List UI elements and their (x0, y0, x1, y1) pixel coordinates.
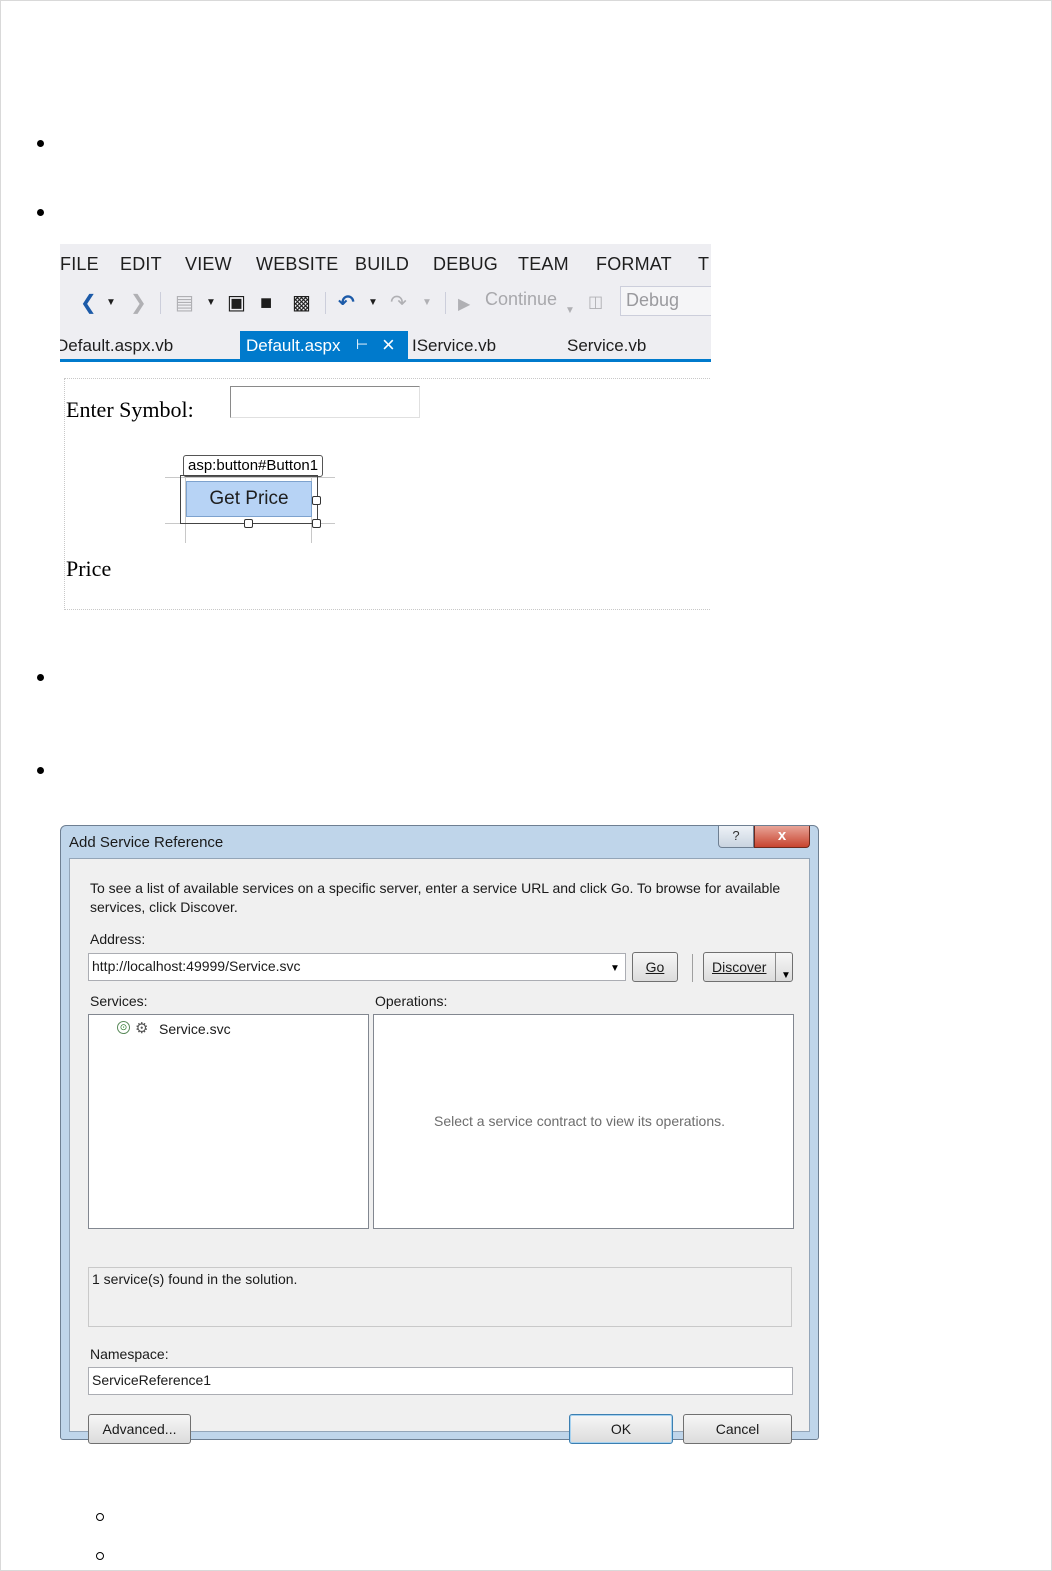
expand-icon[interactable]: ⊙ (117, 1021, 130, 1034)
menu-format[interactable]: FORMAT (596, 254, 672, 275)
sub-list-bullet (96, 1552, 104, 1560)
dialog-title: Add Service Reference (69, 834, 224, 851)
ok-button[interactable]: OK (569, 1414, 673, 1444)
active-tab-label: Default.aspx (246, 336, 341, 355)
chevron-down-icon[interactable]: ▼ (781, 962, 791, 990)
dropdown-arrow-icon[interactable]: ▼ (422, 292, 432, 314)
menu-debug[interactable]: DEBUG (433, 254, 498, 275)
dropdown-arrow-icon[interactable]: ▼ (565, 300, 575, 322)
menu-build[interactable]: BUILD (355, 254, 409, 275)
symbol-label: Enter Symbol: (66, 397, 194, 422)
list-bullet (37, 209, 44, 216)
dialog-description: To see a list of available services on a… (90, 880, 781, 915)
control-smart-tag: asp:button#Button1 (183, 455, 324, 477)
menu-view[interactable]: VIEW (185, 254, 232, 275)
resize-handle[interactable] (312, 496, 321, 505)
open-icon[interactable]: ▣ (227, 292, 246, 314)
operations-hint: Select a service contract to view its op… (434, 1113, 726, 1129)
resize-handle[interactable] (312, 519, 321, 528)
save-icon[interactable]: ■ (260, 292, 272, 314)
sub-list-bullet (96, 1513, 104, 1521)
toolbar-separator (160, 292, 161, 314)
address-label: Address: (90, 931, 146, 947)
toolbar: ❮ ▼ ❯ ▤ ▼ ▣ ■ ▩ ↶ ▼ ↷ ▼ ▶ (60, 284, 711, 324)
continue-button[interactable]: Continue (485, 289, 557, 310)
attach-icon[interactable]: ◫ (588, 292, 603, 314)
list-bullet (37, 140, 44, 147)
visual-studio-screenshot: FILE EDIT VIEW WEBSITE BUILD DEBUG TEAM … (60, 244, 711, 616)
add-service-reference-dialog: Add Service Reference ? x To see a list … (60, 825, 819, 1444)
dropdown-arrow-icon[interactable]: ▼ (106, 292, 116, 314)
operations-list[interactable]: Select a service contract to view its op… (373, 1014, 794, 1229)
go-button[interactable]: Go (632, 952, 678, 982)
services-tree[interactable]: ⊙ ⚙ Service.svc (88, 1014, 369, 1229)
toolbar-separator (445, 292, 446, 314)
service-name: Service.svc (159, 1021, 231, 1037)
service-icon: ⚙ (135, 1020, 149, 1037)
pin-icon[interactable]: ⊢ (356, 336, 368, 353)
menu-tools[interactable]: T (698, 254, 709, 275)
menu-file[interactable]: FILE (60, 254, 99, 275)
get-price-button[interactable]: Get Price (186, 481, 312, 517)
back-icon[interactable]: ❮ (80, 292, 97, 314)
chevron-down-icon[interactable]: ▼ (610, 963, 620, 974)
go-label: Go (645, 959, 665, 975)
cancel-button[interactable]: Cancel (683, 1414, 792, 1444)
tab-service-vb[interactable]: Service.vb (567, 336, 646, 356)
separator (692, 954, 693, 982)
menu-bar: FILE EDIT VIEW WEBSITE BUILD DEBUG TEAM … (60, 244, 711, 284)
close-icon[interactable]: × (382, 332, 395, 358)
namespace-field[interactable]: ServiceReference1 (88, 1367, 793, 1395)
design-surface: Enter Symbol: asp:button#Button1 Get Pri… (64, 378, 711, 610)
tab-default-aspx-vb[interactable]: Default.aspx.vb (60, 336, 173, 356)
discover-button[interactable]: Discover ▼ (703, 952, 793, 982)
solution-config-select[interactable]: Debug (620, 286, 711, 316)
discover-label: Discover (712, 959, 767, 975)
status-panel: 1 service(s) found in the solution. (88, 1267, 792, 1327)
menu-edit[interactable]: EDIT (120, 254, 162, 275)
list-bullet (37, 767, 44, 774)
start-icon[interactable]: ▶ (458, 294, 470, 316)
address-combobox[interactable]: http://localhost:49999/Service.svc (88, 953, 626, 981)
operations-label: Operations: (375, 993, 448, 1009)
list-bullet (37, 674, 44, 681)
toolbar-separator (325, 292, 326, 314)
redo-icon[interactable]: ↷ (390, 292, 407, 314)
split-divider (775, 953, 776, 981)
help-button[interactable]: ? (718, 826, 754, 848)
dropdown-arrow-icon[interactable]: ▼ (206, 292, 216, 314)
save-all-icon[interactable]: ▩ (292, 292, 311, 314)
dialog-body: To see a list of available services on a… (69, 858, 810, 1444)
tree-item-service[interactable]: ⊙ ⚙ Service.svc (117, 1019, 277, 1039)
services-label: Services: (90, 993, 148, 1009)
close-button[interactable]: x (754, 826, 810, 848)
address-value: http://localhost:49999/Service.svc (92, 958, 301, 974)
advanced-button[interactable]: Advanced... (88, 1414, 191, 1444)
undo-icon[interactable]: ↶ (338, 292, 355, 314)
namespace-label: Namespace: (90, 1346, 169, 1362)
status-text: 1 service(s) found in the solution. (92, 1271, 298, 1287)
tab-default-aspx[interactable]: Default.aspx ⊢ × (240, 331, 408, 362)
symbol-textbox[interactable] (230, 386, 420, 418)
price-label: Price (66, 556, 112, 581)
menu-team[interactable]: TEAM (518, 254, 569, 275)
new-project-icon[interactable]: ▤ (175, 292, 194, 314)
namespace-value: ServiceReference1 (92, 1372, 212, 1388)
resize-handle[interactable] (244, 519, 253, 528)
tab-iservice-vb[interactable]: IService.vb (412, 336, 496, 356)
forward-icon[interactable]: ❯ (130, 292, 147, 314)
menu-website[interactable]: WEBSITE (256, 254, 338, 275)
dropdown-arrow-icon[interactable]: ▼ (368, 292, 378, 314)
